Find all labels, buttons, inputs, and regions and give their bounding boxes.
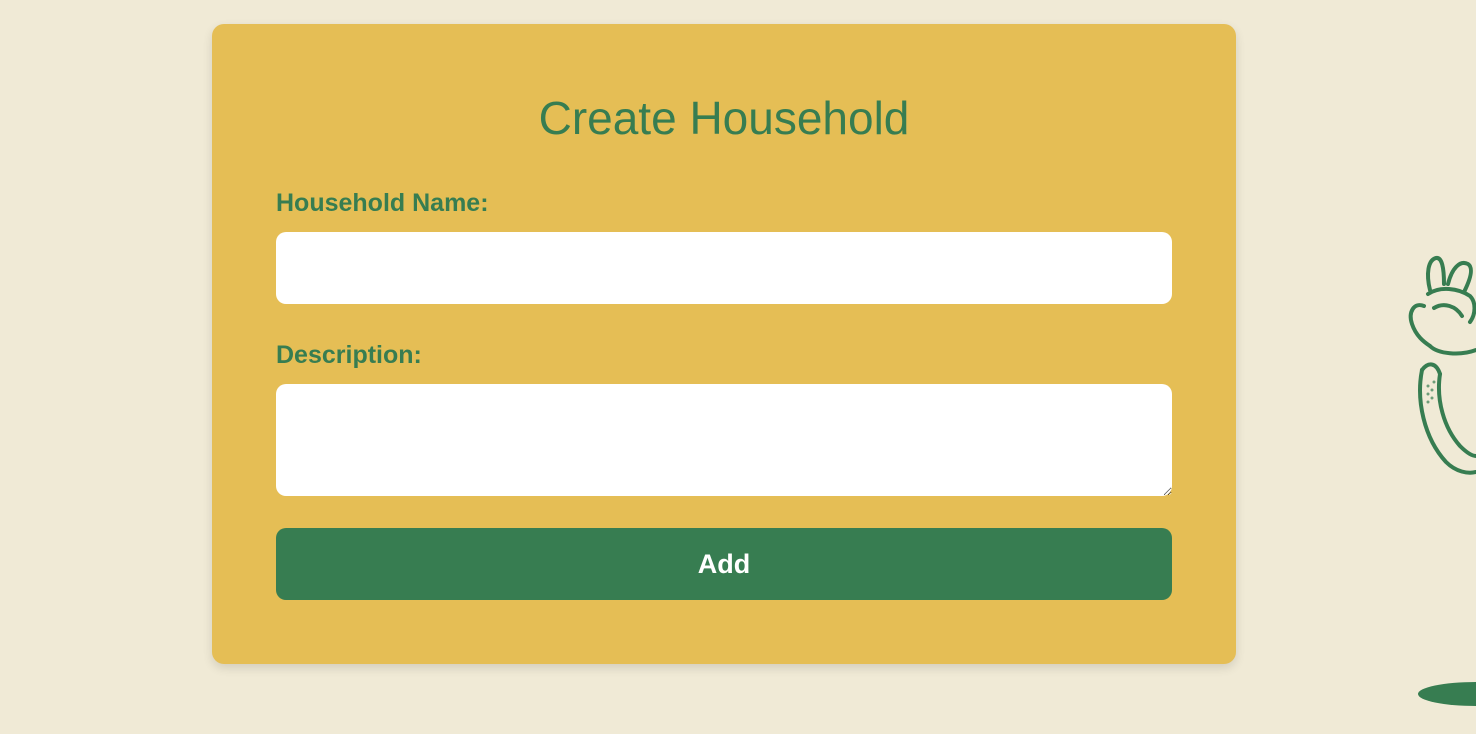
add-button[interactable]: Add bbox=[276, 528, 1172, 600]
description-textarea[interactable] bbox=[276, 384, 1172, 496]
household-name-label: Household Name: bbox=[276, 189, 489, 217]
description-label: Description: bbox=[276, 341, 422, 369]
household-name-input[interactable] bbox=[276, 232, 1172, 304]
page: { "form": { "title": "Create Household",… bbox=[0, 0, 1476, 734]
page-title: Create Household bbox=[538, 92, 910, 144]
green-ellipse-icon bbox=[1418, 682, 1476, 706]
create-household-card: Create Household Household Name: Descrip… bbox=[212, 24, 1236, 664]
peace-sign-hand-icon bbox=[1408, 256, 1476, 475]
